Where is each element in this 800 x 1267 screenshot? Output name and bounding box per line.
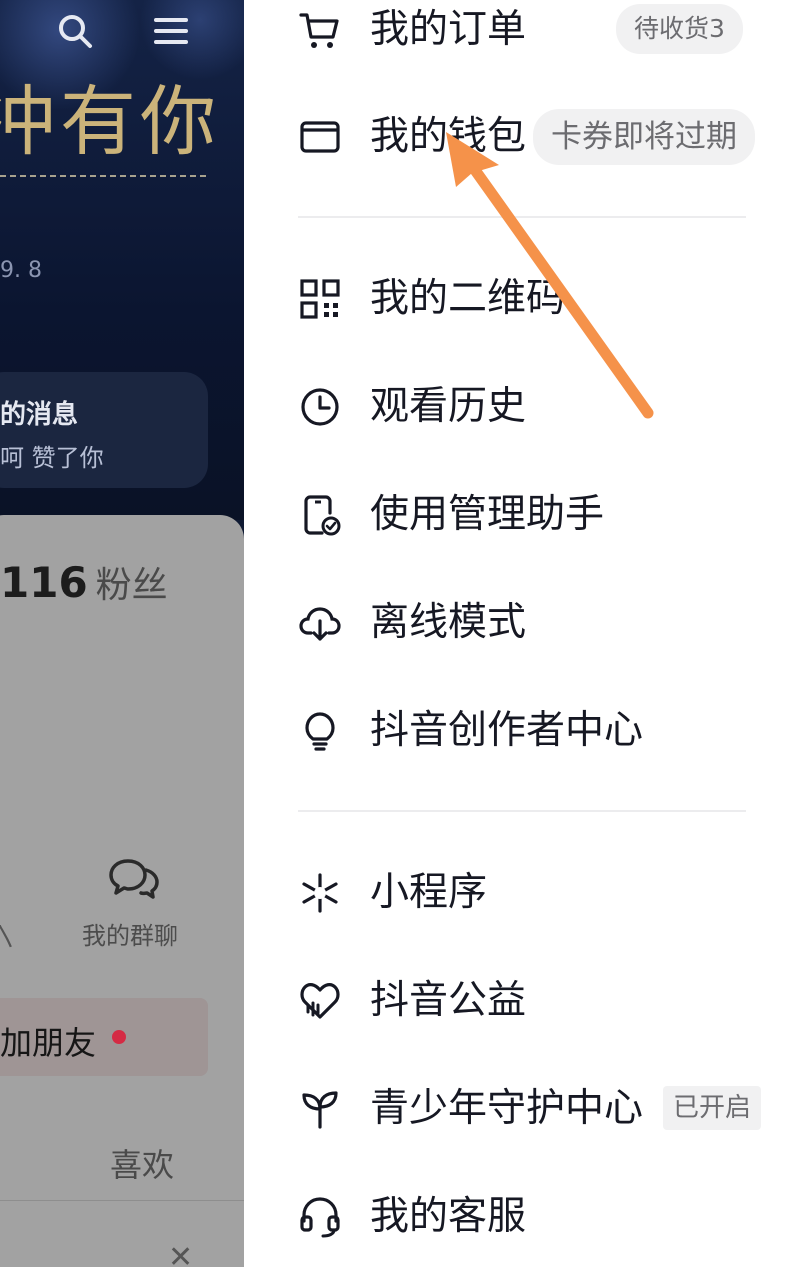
menu-label: 使用管理助手 <box>370 492 605 537</box>
mini-program-asterisk-icon <box>298 871 342 915</box>
menu-item-offline-mode[interactable]: 离线模式 <box>244 583 800 663</box>
menu-label: 抖音公益 <box>370 978 527 1023</box>
menu-label: 抖音创作者中心 <box>370 708 644 753</box>
add-friends-label: 加朋友 <box>0 1024 97 1062</box>
headset-icon <box>298 1195 342 1239</box>
banner-calligraphy: 冲有你 <box>0 77 220 166</box>
menu-label: 我的二维码 <box>370 276 566 321</box>
menu-item-youth-protection[interactable]: 青少年守护中心 已开启 <box>244 1069 800 1149</box>
menu-item-wallet[interactable]: 我的钱包 卡券即将过期 <box>244 97 800 177</box>
fans-number: 116 <box>0 558 88 607</box>
close-icon[interactable]: ✕ <box>168 1240 193 1267</box>
menu-label: 青少年守护中心 <box>370 1086 644 1131</box>
fans-label: 粉丝 <box>95 565 168 606</box>
profile-banner: 冲有你 9. 8 的消息 呵 赞了你 <box>0 0 244 520</box>
menu-item-orders[interactable]: 我的订单 待收货3 <box>244 0 800 70</box>
notice-subtitle: 呵 赞了你 <box>0 444 104 472</box>
tab-divider <box>0 1200 244 1201</box>
pending-receipt-badge: 待收货3 <box>616 4 743 54</box>
heart-charity-icon <box>298 979 342 1023</box>
banner-dashed-line <box>0 175 206 177</box>
menu-item-charity[interactable]: 抖音公益 <box>244 961 800 1041</box>
group-chat-label: 我的群聊 <box>82 922 178 950</box>
group-chat-icon[interactable] <box>108 855 160 901</box>
qrcode-icon <box>298 277 342 321</box>
menu-label: 我的订单 <box>370 7 527 52</box>
coupon-expiring-badge: 卡券即将过期 <box>533 109 755 165</box>
message-notice[interactable]: 的消息 呵 赞了你 <box>0 372 208 488</box>
menu-label: 观看历史 <box>370 384 527 429</box>
menu-label: 我的客服 <box>370 1194 527 1239</box>
cart-icon <box>298 8 342 52</box>
menu-item-qrcode[interactable]: 我的二维码 <box>244 259 800 339</box>
notice-title: 的消息 <box>0 400 79 430</box>
menu-label: 我的钱包 <box>370 114 527 159</box>
phone-check-icon <box>298 493 342 537</box>
lightbulb-icon <box>298 709 342 753</box>
menu-item-creator-center[interactable]: 抖音创作者中心 <box>244 691 800 771</box>
sprout-icon <box>298 1087 342 1131</box>
partial-label-caret: 〵 <box>0 924 18 952</box>
clock-icon <box>298 385 342 429</box>
side-drawer-menu: 我的订单 待收货3 我的钱包 卡券即将过期 我的二维码 观看历史 使用管理助手 … <box>244 0 800 1267</box>
red-dot-badge <box>112 1030 126 1044</box>
menu-divider <box>298 810 746 812</box>
tab-likes[interactable]: 喜欢 <box>110 1140 174 1186</box>
menu-item-customer-service[interactable]: 我的客服 <box>244 1177 800 1257</box>
douyin-id: 9. 8 <box>0 258 42 283</box>
menu-item-usage-manager[interactable]: 使用管理助手 <box>244 475 800 555</box>
enabled-badge: 已开启 <box>663 1086 762 1130</box>
menu-item-history[interactable]: 观看历史 <box>244 367 800 447</box>
add-friends-button[interactable]: 加朋友 <box>0 998 208 1076</box>
menu-label: 离线模式 <box>370 600 527 645</box>
profile-page-background: 冲有你 9. 8 的消息 呵 赞了你 116 粉丝 〵 我的群聊 加朋友 喜欢 ✕ <box>0 0 244 1267</box>
menu-label: 小程序 <box>370 870 488 915</box>
search-icon[interactable] <box>56 12 94 59</box>
wallet-icon <box>298 115 342 159</box>
menu-icon[interactable] <box>152 12 190 59</box>
menu-item-mini-programs[interactable]: 小程序 <box>244 853 800 933</box>
cloud-download-icon <box>298 601 342 645</box>
menu-divider <box>298 216 746 218</box>
fans-count[interactable]: 116 粉丝 <box>0 556 168 608</box>
